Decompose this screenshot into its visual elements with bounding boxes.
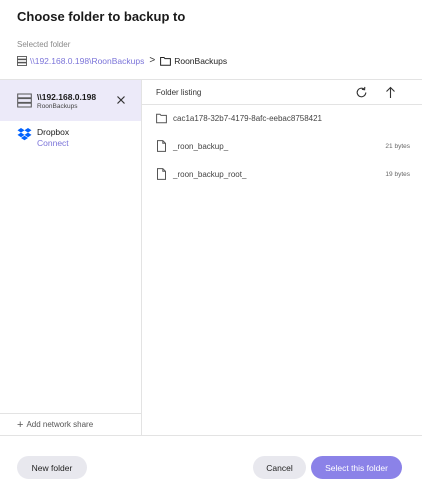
file-icon [157,168,166,180]
listing-title: Folder listing [156,88,202,97]
entry-size: 19 bytes [385,170,410,178]
sidebar-item-title: \\192.168.0.198 [37,91,97,102]
sidebar-item-server[interactable]: \\192.168.0.198 RoonBackups [0,80,141,121]
new-folder-button[interactable]: New folder [17,456,87,479]
breadcrumb: \\192.168.0.198\RoonBackups > RoonBackup… [17,54,227,68]
list-item-folder[interactable]: cac1a178-32b7-4179-8afc-eebac8758421 [142,110,422,126]
plus-icon: + [17,418,24,431]
entry-name: _roon_backup_ [173,141,229,151]
arrow-up-icon[interactable] [384,86,397,99]
sidebar: \\192.168.0.198 RoonBackups Dropbox Conn… [0,80,142,435]
sidebar-item-dropbox[interactable]: Dropbox Connect [0,127,141,157]
folder-icon [156,113,167,124]
sidebar-item-subtitle: RoonBackups [37,102,78,110]
dialog-title: Choose folder to backup to [17,9,186,24]
dropbox-icon [17,128,32,141]
close-icon[interactable] [115,94,127,106]
folder-icon [160,57,172,66]
breadcrumb-separator: > [149,55,156,66]
server-icon [17,93,32,108]
sidebar-item-title: Dropbox [37,127,70,137]
refresh-icon[interactable] [355,86,368,99]
cancel-button[interactable]: Cancel [253,456,306,479]
entry-size: 21 bytes [385,142,410,150]
dropbox-connect-link[interactable]: Connect [37,138,69,148]
breadcrumb-current: RoonBackups [174,56,228,66]
add-network-share-button[interactable]: + Add network share [0,413,141,435]
breadcrumb-link-server[interactable]: \\192.168.0.198\RoonBackups [30,56,144,66]
folder-browser: \\192.168.0.198 RoonBackups Dropbox Conn… [0,79,422,436]
folder-listing: Folder listing cac1a178-32b7-4179-8afc-e… [142,80,422,435]
listing-header: Folder listing [142,80,422,105]
server-icon [17,56,27,66]
entry-name: _roon_backup_root_ [173,169,247,179]
list-item-file[interactable]: _roon_backup_root_ 19 bytes [142,166,422,182]
select-this-folder-button[interactable]: Select this folder [311,456,402,479]
selected-folder-label: Selected folder [17,40,71,49]
list-item-file[interactable]: _roon_backup_ 21 bytes [142,138,422,154]
add-network-share-label: Add network share [26,420,94,429]
entry-name: cac1a178-32b7-4179-8afc-eebac8758421 [173,113,323,123]
file-icon [157,140,166,152]
